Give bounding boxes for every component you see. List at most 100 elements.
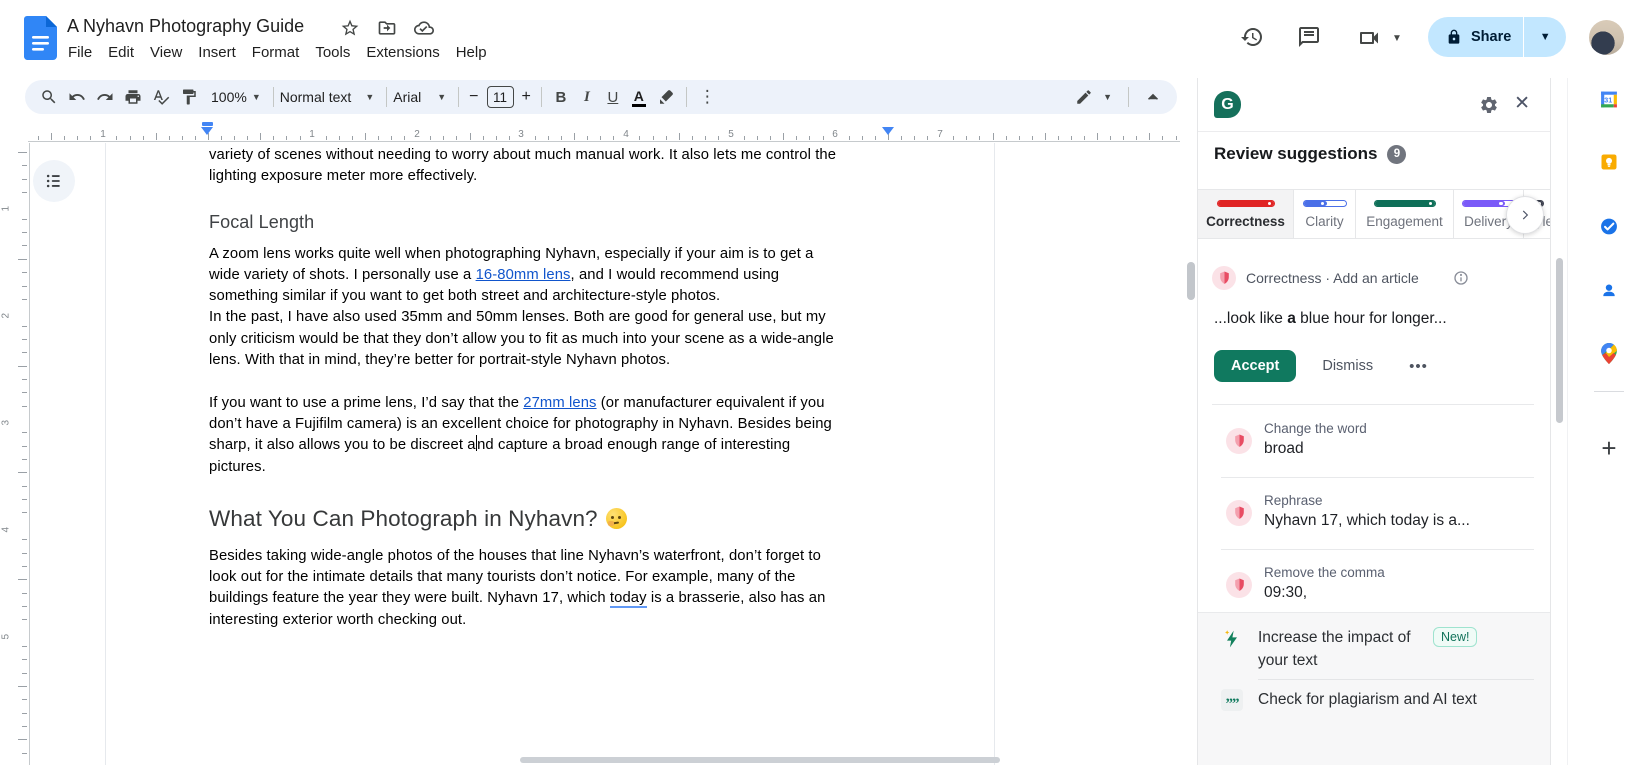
suggestion-item[interactable]: Remove the comma 09:30,: [1198, 549, 1550, 621]
video-call-caret-icon[interactable]: ▼: [1392, 33, 1402, 44]
share-label: Share: [1471, 29, 1512, 45]
lock-icon: [1448, 29, 1460, 44]
increase-impact-row[interactable]: Increase the impact of your text New!: [1198, 621, 1550, 679]
editing-mode-caret-icon[interactable]: ▼: [1103, 92, 1112, 102]
version-history-icon[interactable]: [1240, 25, 1264, 49]
tab-engagement[interactable]: Engagement: [1356, 190, 1454, 238]
menu-format[interactable]: Format: [244, 41, 308, 64]
google-keep-icon[interactable]: [1600, 153, 1618, 171]
text-run: wide variety of shots. I personally use …: [209, 266, 476, 283]
star-icon[interactable]: [340, 18, 360, 38]
svg-text:31: 31: [1604, 96, 1612, 104]
document-text[interactable]: variety of scenes without needing to wor…: [209, 145, 899, 631]
google-calendar-icon[interactable]: 31: [1600, 90, 1619, 109]
undo-icon[interactable]: [63, 83, 91, 111]
google-contacts-icon[interactable]: [1601, 282, 1618, 299]
underline-button[interactable]: U: [600, 89, 626, 106]
suggestion-item-title: Remove the comma: [1264, 565, 1385, 580]
close-panel-icon[interactable]: ✕: [1514, 93, 1530, 115]
hyperlink[interactable]: 16-80mm lens: [476, 267, 571, 283]
google-maps-icon[interactable]: [1601, 343, 1617, 364]
share-button[interactable]: Share ▼: [1428, 17, 1566, 57]
styles-caret-icon[interactable]: ▼: [365, 92, 374, 102]
first-line-indent-marker[interactable]: [202, 122, 213, 126]
text-run: variety of scenes without needing to wor…: [209, 147, 837, 163]
styles-select[interactable]: Normal text: [280, 89, 352, 105]
document-title[interactable]: A Nyhavn Photography Guide: [67, 16, 304, 37]
move-folder-icon[interactable]: [377, 18, 397, 38]
more-actions-button[interactable]: •••: [1409, 358, 1428, 375]
panel-scrollbar[interactable]: [1556, 258, 1563, 423]
font-size-increase-button[interactable]: +: [518, 88, 535, 106]
cloud-saved-icon[interactable]: [414, 18, 434, 38]
menu-tools[interactable]: Tools: [307, 41, 358, 64]
document-horizontal-scrollbar[interactable]: [520, 757, 1000, 763]
zoom-select[interactable]: 100%: [211, 89, 247, 105]
hyperlink[interactable]: 27mm lens: [523, 395, 596, 411]
font-size-decrease-button[interactable]: −: [465, 88, 482, 106]
font-select[interactable]: Arial: [393, 89, 421, 105]
tab-label: Correctness: [1206, 213, 1285, 229]
highlighted-word[interactable]: today: [609, 590, 647, 609]
left-indent-marker[interactable]: [201, 127, 213, 135]
vertical-ruler[interactable]: 1 2 3 4 5: [0, 143, 30, 765]
menu-insert[interactable]: Insert: [190, 41, 244, 64]
zoom-caret-icon[interactable]: ▼: [252, 92, 261, 102]
document-vertical-scrollbar[interactable]: [1187, 262, 1195, 300]
comments-icon[interactable]: [1297, 25, 1321, 49]
editing-mode-pen-icon[interactable]: [1070, 83, 1098, 111]
document-page[interactable]: variety of scenes without needing to wor…: [105, 143, 995, 765]
right-indent-marker[interactable]: [882, 127, 894, 135]
text-run: In the past, I have also used 35mm and 5…: [209, 309, 826, 326]
increase-impact-label: Increase the impact of your text: [1258, 629, 1411, 669]
video-call-icon[interactable]: [1357, 26, 1381, 50]
collapse-toolbar-icon[interactable]: [1139, 83, 1167, 111]
redo-icon[interactable]: [91, 83, 119, 111]
panel-title: Review suggestions: [1214, 144, 1378, 163]
panel-footer: Increase the impact of your text New! ””…: [1198, 612, 1550, 765]
text-color-button[interactable]: A: [626, 88, 652, 107]
menu-help[interactable]: Help: [448, 41, 495, 64]
workspace-side-rail: 31 +: [1567, 78, 1650, 765]
accept-button[interactable]: Accept: [1214, 350, 1297, 382]
dismiss-button[interactable]: Dismiss: [1322, 358, 1373, 374]
print-icon[interactable]: [119, 83, 147, 111]
search-menus-icon[interactable]: [35, 83, 63, 111]
suggestion-category-tabs: CorrectnessClarityEngagementDeliveryStyl…: [1198, 189, 1550, 239]
text-run: buildings feature the year they were bui…: [209, 590, 610, 607]
italic-button[interactable]: I: [574, 89, 600, 106]
settings-gear-icon[interactable]: [1479, 95, 1499, 115]
menu-extensions[interactable]: Extensions: [358, 41, 447, 64]
suggestion-item-value: Nyhavn 17, which today is a...: [1264, 512, 1470, 529]
tab-clarity[interactable]: Clarity: [1294, 190, 1356, 238]
google-tasks-icon[interactable]: [1600, 217, 1619, 236]
suggestions-count-badge: 9: [1387, 144, 1407, 164]
correctness-shield-icon: [1226, 428, 1252, 454]
tabs-scroll-next-button[interactable]: [1506, 196, 1544, 234]
bold-button[interactable]: B: [548, 89, 574, 106]
share-caret-icon[interactable]: ▼: [1524, 31, 1566, 43]
plagiarism-check-row[interactable]: ”” Check for plagiarism and AI text: [1198, 680, 1550, 724]
show-document-outline-button[interactable]: [33, 160, 75, 202]
suggestion-item[interactable]: Rephrase Nyhavn 17, which today is a...: [1198, 477, 1550, 549]
menu-view[interactable]: View: [142, 41, 190, 64]
highlight-color-icon[interactable]: [652, 83, 680, 111]
tab-correctness[interactable]: Correctness: [1198, 190, 1294, 238]
font-caret-icon[interactable]: ▼: [437, 92, 446, 102]
heading-h2: What You Can Photograph in Nyhavn?: [209, 504, 899, 534]
account-avatar[interactable]: [1589, 20, 1624, 55]
text-run: Besides taking wide-angle photos of the …: [209, 547, 821, 564]
get-addons-plus-icon[interactable]: +: [1601, 435, 1616, 461]
menu-edit[interactable]: Edit: [100, 41, 142, 64]
menu-file[interactable]: File: [60, 41, 100, 64]
info-icon[interactable]: [1453, 270, 1469, 286]
google-docs-logo-icon[interactable]: [24, 16, 57, 60]
more-options-button[interactable]: ⋮: [693, 87, 722, 107]
spell-check-icon[interactable]: [147, 83, 175, 111]
text-run: lighting exposure meter more effectively…: [209, 168, 478, 185]
horizontal-ruler[interactable]: 1 1 2 3 4 5 6 7: [0, 121, 1180, 142]
font-size-input[interactable]: 11: [486, 86, 514, 108]
suggestion-item[interactable]: Change the word broad: [1198, 405, 1550, 477]
lightning-icon: [1225, 630, 1237, 648]
paint-format-icon[interactable]: [175, 83, 203, 111]
